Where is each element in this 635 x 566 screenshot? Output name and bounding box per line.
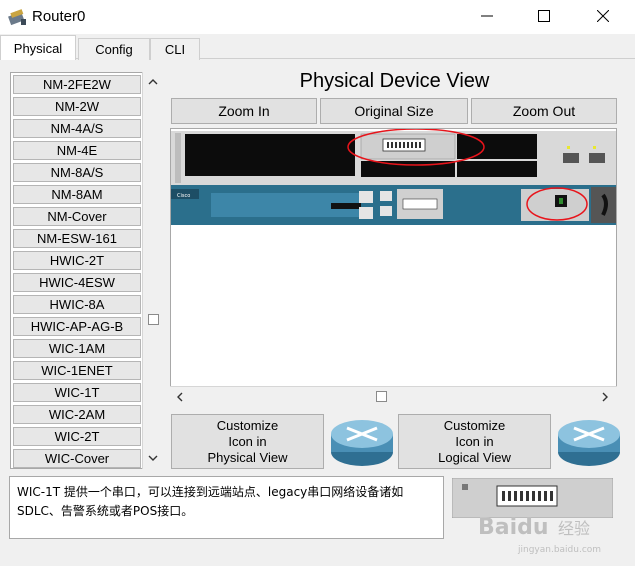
module-list-scrollbar[interactable]	[142, 72, 164, 469]
module-item[interactable]: NM-4A/S	[13, 119, 141, 138]
scroll-up-arrow[interactable]	[143, 72, 163, 92]
scroll-right-arrow[interactable]	[595, 387, 615, 407]
router-app-icon	[8, 9, 26, 26]
module-list: NM-2FE2W NM-2W NM-4A/S NM-4E NM-8A/S NM-8AM NM…	[10, 72, 164, 469]
chevron-up-icon	[148, 79, 158, 85]
customize-logical-line2: Icon in	[455, 433, 494, 449]
customize-physical-line2: Icon in	[228, 433, 267, 449]
description-line2: SDLC、告警系统或者POS接口。	[17, 504, 194, 518]
module-item[interactable]: WIC-Cover	[13, 449, 141, 468]
baidu-watermark: Baidu 经验 jingyan.baidu.com	[478, 515, 601, 555]
module-item[interactable]: NM-ESW-161	[13, 229, 141, 248]
device-viewport: Cisco	[170, 128, 617, 406]
module-item[interactable]: WIC-1AM	[13, 339, 141, 358]
customize-physical-line1: Customize	[216, 417, 279, 433]
view-h-scrollbar[interactable]	[170, 386, 617, 406]
customize-logical-line1: Customize	[443, 417, 506, 433]
customize-physical-line3: Physical View	[207, 449, 288, 465]
router-icon-logical	[558, 420, 620, 466]
close-button[interactable]	[580, 0, 626, 32]
svg-text:Cisco: Cisco	[177, 193, 190, 199]
watermark-url: jingyan.baidu.com	[517, 545, 601, 555]
module-item[interactable]: NM-2FE2W	[13, 75, 141, 94]
scroll-down-arrow[interactable]	[143, 448, 163, 468]
tab-cli[interactable]: CLI	[150, 38, 200, 60]
zoom-in-button[interactable]: Zoom In	[171, 98, 317, 124]
customize-logical-button[interactable]: Customize Icon in Logical View	[398, 414, 551, 469]
module-item[interactable]: NM-4E	[13, 141, 141, 160]
module-item[interactable]: NM-8AM	[13, 185, 141, 204]
zoom-out-button[interactable]: Zoom Out	[471, 98, 617, 124]
title-bar: Router0	[0, 0, 635, 34]
module-item[interactable]: WIC-1T	[13, 383, 141, 402]
tab-config[interactable]: Config	[78, 38, 150, 60]
module-item[interactable]: WIC-1ENET	[13, 361, 141, 380]
module-item[interactable]: WIC-2AM	[13, 405, 141, 424]
module-item[interactable]: NM-8A/S	[13, 163, 141, 182]
module-description: WIC-1T 提供一个串口，可以连接到远端站点、legacy串口网络设备诸如 S…	[9, 476, 444, 539]
scroll-left-arrow[interactable]	[170, 387, 190, 407]
module-item[interactable]: HWIC-AP-AG-B	[13, 317, 141, 336]
chevron-left-icon	[177, 392, 183, 402]
scroll-thumb[interactable]	[148, 314, 159, 325]
close-icon	[597, 10, 609, 22]
description-line1: WIC-1T 提供一个串口，可以连接到远端站点、legacy串口网络设备诸如	[17, 485, 404, 499]
module-item[interactable]: NM-Cover	[13, 207, 141, 226]
window-title: Router0	[32, 8, 86, 25]
maximize-button[interactable]	[521, 0, 567, 32]
tab-physical[interactable]: Physical	[0, 35, 76, 60]
chevron-right-icon	[602, 392, 608, 402]
module-item[interactable]: HWIC-8A	[13, 295, 141, 314]
module-item[interactable]: NM-2W	[13, 97, 141, 116]
module-item[interactable]: WIC-2T	[13, 427, 141, 446]
h-scroll-thumb[interactable]	[376, 391, 387, 402]
watermark-sub: 经验	[558, 519, 590, 538]
view-title: Physical Device View	[299, 70, 490, 92]
module-item[interactable]: HWIC-2T	[13, 251, 141, 270]
maximize-icon	[538, 10, 550, 22]
customize-physical-button[interactable]: Customize Icon in Physical View	[171, 414, 324, 469]
chevron-down-icon	[148, 455, 158, 461]
customize-logical-line3: Logical View	[438, 449, 511, 465]
minimize-button[interactable]	[464, 0, 510, 32]
module-item[interactable]: HWIC-4ESW	[13, 273, 141, 292]
router-icon-physical	[331, 420, 393, 466]
router-chassis-image[interactable]: Cisco	[171, 129, 617, 387]
minimize-icon	[481, 15, 493, 17]
watermark-brand: Baidu	[478, 515, 549, 540]
original-size-button[interactable]: Original Size	[320, 98, 468, 124]
